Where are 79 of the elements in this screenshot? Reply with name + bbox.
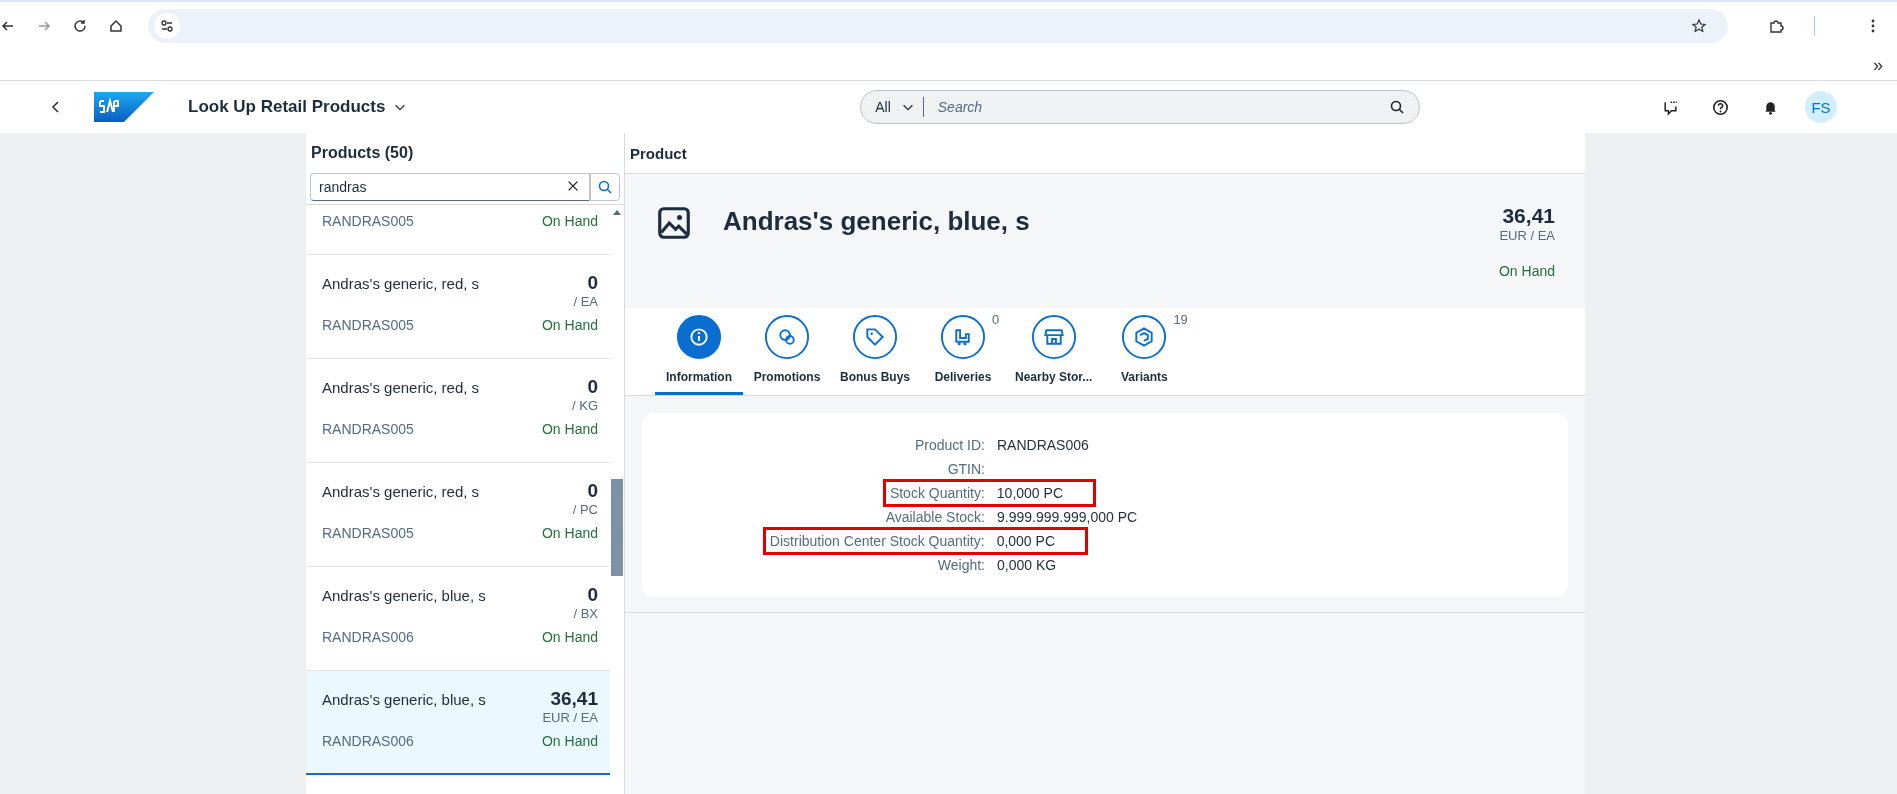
price-unit: / EA <box>572 294 598 309</box>
field-label: Stock Quantity: <box>889 485 986 501</box>
field-label: Distribution Center Stock Quantity: <box>769 533 986 549</box>
panel-title: Product <box>630 144 687 162</box>
product-name: Andras's generic, blue, s <box>322 691 486 708</box>
user-avatar[interactable]: FS <box>1805 91 1837 123</box>
field-value: RANDRAS006 <box>997 437 1089 453</box>
product-price: 0 <box>587 376 598 398</box>
cube-icon <box>1121 314 1168 360</box>
panel-title: Products (50) <box>311 144 414 162</box>
company-logo-icon[interactable] <box>94 92 154 122</box>
stock-status: On Hand <box>541 525 598 541</box>
product-price: 36,41 <box>1502 204 1555 228</box>
product-name: Andras's generic, red, s <box>322 275 480 292</box>
field-label: Weight: <box>937 557 986 573</box>
price-unit: EUR / EA <box>1499 228 1555 243</box>
store-icon <box>1030 314 1077 360</box>
search-scope-select[interactable]: All <box>875 99 923 115</box>
stock-status: On Hand <box>541 213 598 229</box>
field-value: 10,000 PC <box>996 485 1063 501</box>
tab-count: 19 <box>1173 312 1188 327</box>
search-button[interactable] <box>590 173 620 201</box>
icon-tab[interactable]: Information <box>655 308 743 395</box>
stock-status: On Hand <box>541 629 598 645</box>
puzzle-piece-icon[interactable] <box>1768 18 1784 34</box>
stock-status: On Hand <box>1498 263 1555 279</box>
product-price: 0 <box>587 272 598 294</box>
product-name: Andras's generic, blue, s <box>322 587 486 604</box>
field-label: Available Stock: <box>885 509 986 525</box>
search-field[interactable]: All Search <box>860 90 1421 124</box>
help-icon[interactable] <box>1712 98 1729 116</box>
search-icon[interactable] <box>1389 99 1406 115</box>
product-id: RANDRAS005 <box>322 525 414 541</box>
search-field[interactable]: randras <box>310 173 590 201</box>
promo-icon <box>764 314 810 360</box>
product-title: Andras's generic, blue, s <box>723 206 1030 237</box>
reload-icon[interactable] <box>72 18 88 34</box>
product-id: RANDRAS005 <box>322 317 414 333</box>
stock-status: On Hand <box>541 317 598 333</box>
home-icon[interactable] <box>108 18 124 34</box>
site-settings-icon[interactable] <box>154 13 180 39</box>
price-unit: / BX <box>572 606 598 621</box>
scrollbar-thumb[interactable] <box>611 479 623 576</box>
tab-count: 0 <box>992 312 1000 327</box>
search-icon <box>597 179 613 195</box>
product-name: Andras's generic, red, s <box>322 483 480 500</box>
product-id: RANDRAS006 <box>322 733 414 749</box>
price-unit: / KG <box>571 398 598 413</box>
scroll-up-arrow-icon[interactable] <box>613 209 621 215</box>
price-unit: EUR / EA <box>541 710 598 725</box>
field-value: 9.999.999.999,000 PC <box>997 509 1138 525</box>
icon-tab[interactable]: Promotions <box>743 308 831 395</box>
product-list-item[interactable]: Andras's generic, blue, s 36,41 EUR / EA RANDRAS006 On Hand <box>306 671 610 775</box>
product-id: RANDRAS005 <box>322 421 414 437</box>
field-label: GTIN: <box>947 461 986 477</box>
icon-tab[interactable]: Bonus Buys <box>831 308 919 395</box>
stock-status: On Hand <box>541 733 598 749</box>
field-label: Product ID: <box>914 437 986 453</box>
image-placeholder-icon <box>655 204 693 242</box>
product-name: Andras's generic, red, s <box>322 379 480 396</box>
price-unit: / PC <box>571 502 598 517</box>
bookmarks-overflow-button[interactable]: » <box>1873 54 1883 76</box>
product-price: 36,41 <box>550 688 598 710</box>
clear-icon[interactable] <box>566 179 580 193</box>
product-id: RANDRAS005 <box>322 213 414 229</box>
icon-tab[interactable]: 19 Variants <box>1100 308 1189 395</box>
product-price: 0 <box>587 584 598 606</box>
field-value: 0,000 KG <box>997 557 1057 573</box>
icon-tab[interactable]: Nearby Stor... <box>1007 308 1101 395</box>
product-id: RANDRAS006 <box>322 629 414 645</box>
tag-icon <box>852 314 898 360</box>
truck-icon <box>940 314 986 360</box>
stock-status: On Hand <box>541 421 598 437</box>
info-icon <box>676 314 722 360</box>
app-title-menu[interactable]: Look Up Retail Products <box>184 93 412 121</box>
field-value: 0,000 PC <box>996 533 1055 549</box>
chat-icon[interactable] <box>1662 98 1679 116</box>
icon-tab[interactable]: 0 Deliveries <box>919 308 1007 395</box>
product-price: 0 <box>587 480 598 502</box>
